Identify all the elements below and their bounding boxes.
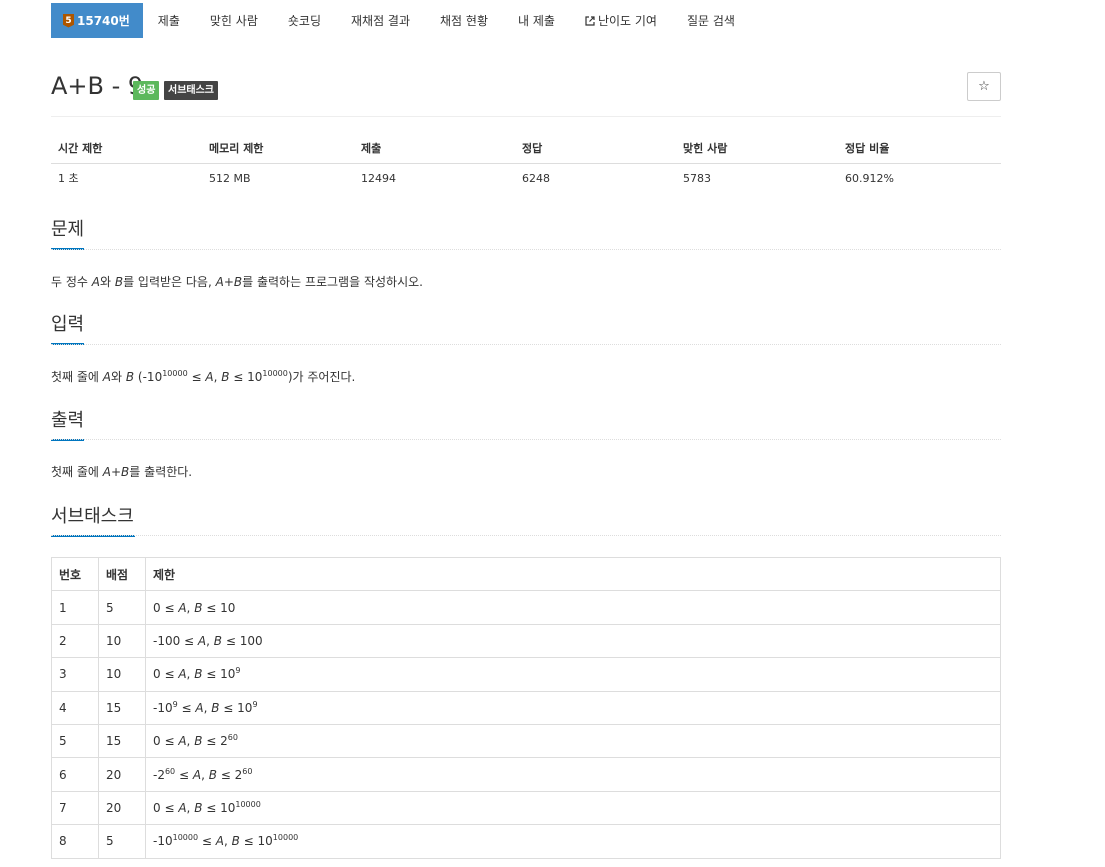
section-title-input-text: 입력 — [51, 314, 85, 335]
subtask-score: 20 — [98, 790, 146, 826]
subtask-header-limit: 제한 — [145, 556, 1001, 592]
info-header-memory-limit: 메모리 제한 — [202, 133, 354, 164]
subtask-row: 5 15 0 ≤ A, B ≤ 260 — [51, 723, 1001, 759]
subtask-row: 2 10 -100 ≤ A, B ≤ 100 — [51, 623, 1001, 659]
subtask-number: 3 — [51, 657, 99, 692]
subtask-score: 10 — [98, 657, 146, 692]
subtask-limit: 0 ≤ A, B ≤ 109 — [145, 657, 1001, 692]
section-title-problem-text: 문제 — [51, 219, 85, 240]
section-title-subtask-text: 서브태스크 — [51, 506, 134, 527]
success-label: 성공 — [133, 81, 160, 100]
subtask-score: 20 — [98, 757, 146, 792]
section-title-problem: 문제 — [51, 218, 85, 250]
subtask-row: 150 ≤ A, B ≤ 10 — [51, 590, 1001, 625]
section-divider — [51, 249, 1001, 250]
info-header-row: 시간 제한 메모리 제한 제출 정답 맞힌 사람 정답 비율 — [51, 133, 1001, 164]
nav-status[interactable]: 채점 현황 — [425, 3, 503, 38]
subtask-row: 3 10 0 ≤ A, B ≤ 109 — [51, 657, 1001, 692]
subtask-number: 7 — [51, 790, 99, 826]
subtask-row: 4 15 -109 ≤ A, B ≤ 109 — [51, 690, 1001, 725]
info-submissions: 12494 — [361, 171, 396, 185]
info-memory-limit: 512 MB — [209, 171, 251, 185]
nav-difficulty-contribution[interactable]: 난이도 기여 — [570, 3, 672, 38]
nav-my-submissions[interactable]: 내 제출 — [503, 3, 570, 38]
info-accepted: 6248 — [522, 171, 550, 185]
problem-description: 두 정수 A와 B를 입력받은 다음, A+B를 출력하는 프로그램을 작성하시… — [51, 275, 423, 289]
subtask-number: 5 — [51, 723, 99, 759]
info-header-accept-ratio: 정답 비율 — [838, 133, 1001, 164]
subtask-limit: -260 ≤ A, B ≤ 260 — [145, 757, 1001, 792]
info-time-limit: 1 초 — [58, 172, 79, 186]
nav-short-coding[interactable]: 숏코딩 — [273, 3, 336, 38]
subtask-row: 8 5 -1010000 ≤ A, B ≤ 1010000 — [51, 824, 1001, 859]
info-accept-ratio: 60.912% — [845, 171, 894, 185]
subtask-body: 150 ≤ A, B ≤ 10 2 10 -100 ≤ A, B ≤ 100 3 10 0 … — [51, 590, 1001, 859]
info-header-time-limit: 시간 제한 — [51, 133, 202, 164]
input-description: 첫째 줄에 A와 B (-1010000 ≤ A, B ≤ 1010000)가 … — [51, 369, 356, 385]
section-divider — [51, 439, 1001, 440]
title-divider — [51, 116, 1001, 117]
section-divider — [51, 535, 1001, 536]
nav-difficulty-contribution-label: 난이도 기여 — [597, 14, 657, 28]
nav-rejudge-results[interactable]: 재채점 결과 — [336, 3, 425, 38]
problem-title-row: A+B - 9 성공 서브태스크 ☆ — [51, 72, 1001, 102]
subtask-row: 6 20 -260 ≤ A, B ≤ 260 — [51, 757, 1001, 792]
problem-nav: 5 15740번 제출 맞힌 사람 숏코딩 재채점 결과 채점 현황 내 제출 … — [51, 3, 750, 38]
subtask-number: 8 — [51, 824, 99, 859]
subtask-header-score: 배점 — [98, 556, 146, 592]
subtask-number: 4 — [51, 690, 99, 725]
subtask-limit: 0 ≤ A, B ≤ 260 — [145, 723, 1001, 759]
problem-title: A+B - 9 — [51, 72, 144, 100]
subtask-score: 10 — [98, 623, 146, 659]
section-title-subtask: 서브태스크 — [51, 505, 135, 537]
subtask-number: 2 — [51, 623, 99, 659]
subtask-score: 15 — [98, 723, 146, 759]
subtask-limit: 0 ≤ A, B ≤ 10 — [145, 590, 1001, 625]
subtask-header-row: 번호 배점 제한 — [51, 556, 1001, 592]
subtask-limit: -100 ≤ A, B ≤ 100 — [145, 623, 1001, 659]
info-header-solved-users: 맞힌 사람 — [676, 133, 838, 164]
nav-question-search[interactable]: 질문 검색 — [672, 3, 750, 38]
subtask-score: 5 — [98, 824, 146, 859]
subtask-limit: -109 ≤ A, B ≤ 109 — [145, 690, 1001, 725]
subtask-label[interactable]: 서브태스크 — [164, 81, 218, 100]
external-link-icon — [585, 15, 595, 26]
nav-problem-number[interactable]: 5 15740번 — [51, 3, 143, 38]
section-title-input: 입력 — [51, 313, 85, 345]
subtask-limit: 0 ≤ A, B ≤ 1010000 — [145, 790, 1001, 826]
section-title-output: 출력 — [51, 409, 85, 441]
info-header-accepted: 정답 — [515, 133, 676, 164]
section-title-output-text: 출력 — [51, 410, 85, 431]
nav-submit[interactable]: 제출 — [143, 3, 195, 38]
subtask-row: 7 20 0 ≤ A, B ≤ 1010000 — [51, 790, 1001, 826]
subtask-score: 5 — [98, 590, 146, 625]
subtask-score: 15 — [98, 690, 146, 725]
problem-info-table: 시간 제한 메모리 제한 제출 정답 맞힌 사람 정답 비율 1 초 512 M… — [51, 133, 1001, 193]
nav-problem-number-label: 15740번 — [77, 14, 130, 28]
nav-solved-users[interactable]: 맞힌 사람 — [195, 3, 273, 38]
subtask-number: 6 — [51, 757, 99, 792]
section-divider — [51, 344, 1001, 345]
info-solved-users: 5783 — [683, 171, 711, 185]
info-value-row: 1 초 512 MB 12494 6248 5783 60.912% — [51, 163, 1001, 193]
favorite-star-button[interactable]: ☆ — [967, 72, 1001, 101]
subtask-limit: -1010000 ≤ A, B ≤ 1010000 — [145, 824, 1001, 859]
output-description: 첫째 줄에 A+B를 출력한다. — [51, 465, 193, 479]
subtask-number: 1 — [51, 590, 99, 625]
info-header-submissions: 제출 — [354, 133, 515, 164]
star-icon: ☆ — [978, 79, 990, 94]
tier-bronze-icon: 5 — [63, 13, 74, 28]
subtask-header-number: 번호 — [51, 556, 99, 592]
subtask-table: 번호 배점 제한 150 ≤ A, B ≤ 10 2 10 -100 ≤ A, B ≤… — [51, 556, 1001, 859]
